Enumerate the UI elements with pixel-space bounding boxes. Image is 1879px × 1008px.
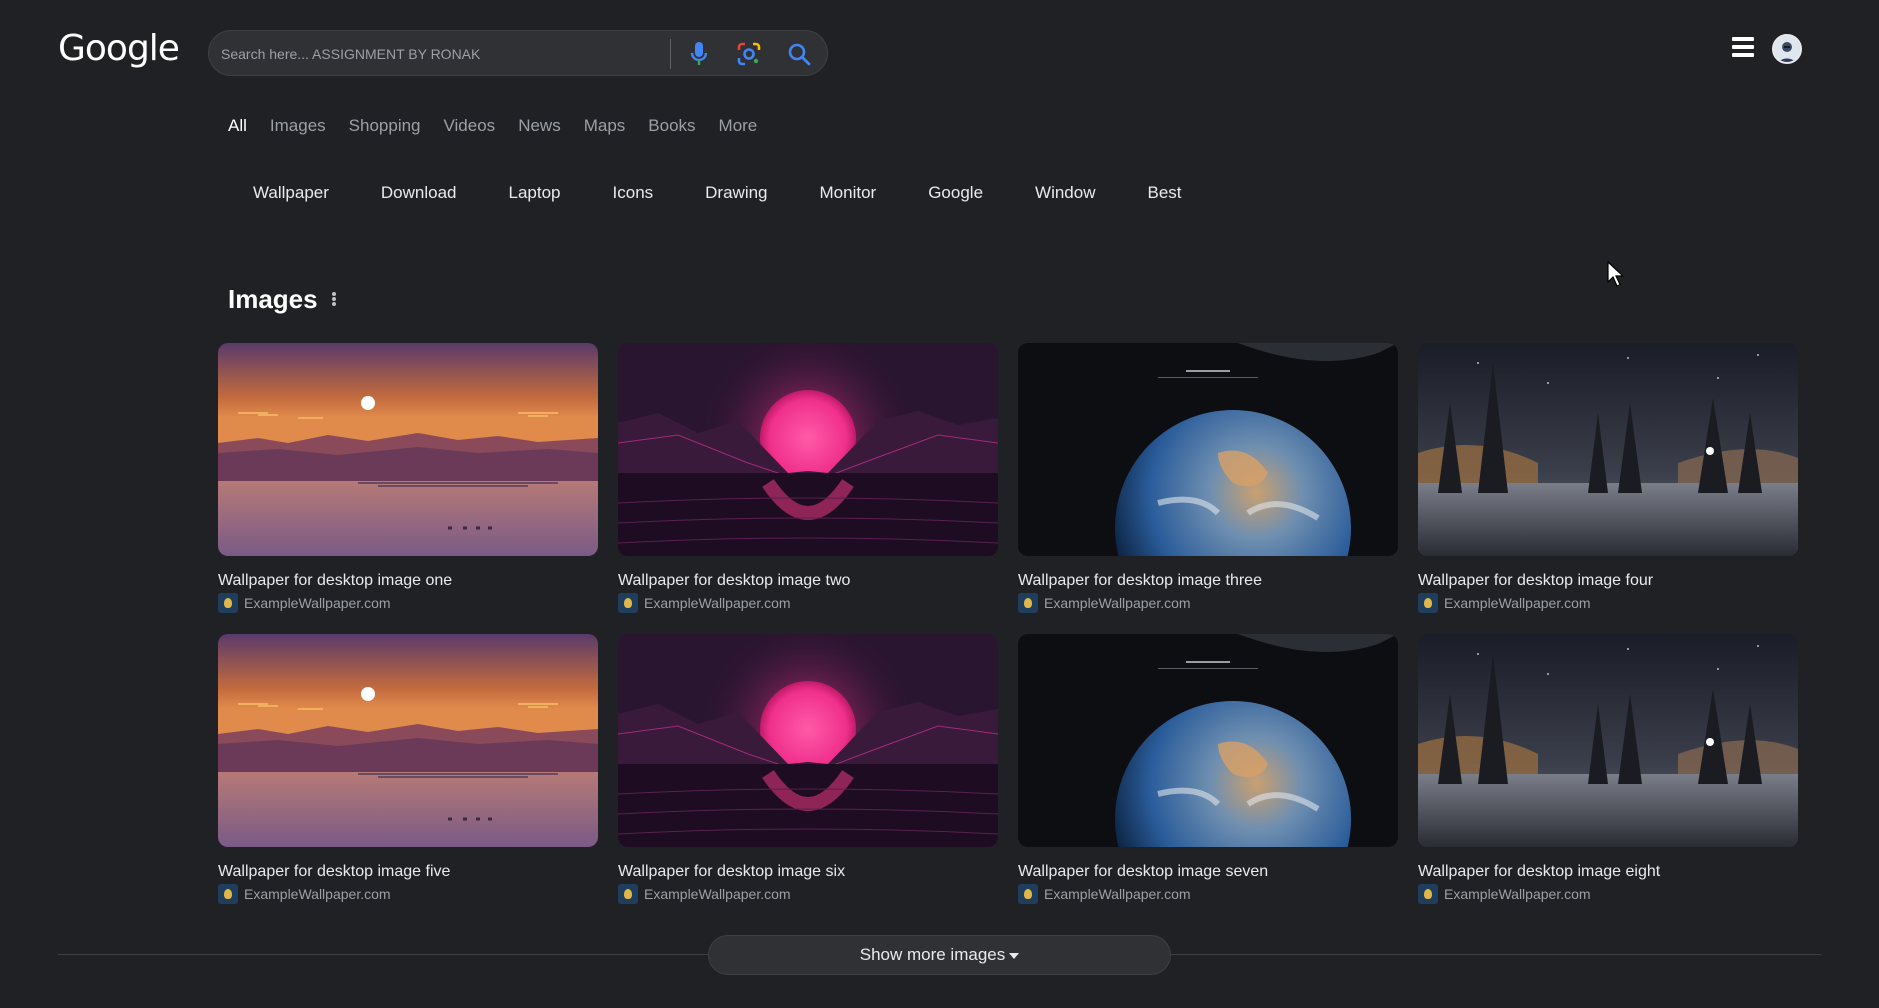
google-logo[interactable]: Google bbox=[58, 28, 180, 69]
image-result-card[interactable]: Wallpaper for desktop image six ExampleWa… bbox=[618, 634, 998, 904]
site-favicon-icon bbox=[1018, 884, 1038, 904]
chip-icons[interactable]: Icons bbox=[613, 183, 654, 203]
tab-news[interactable]: News bbox=[518, 116, 561, 136]
source-domain: ExampleWallpaper.com bbox=[644, 595, 791, 611]
image-thumbnail[interactable] bbox=[1018, 343, 1398, 556]
chip-wallpaper[interactable]: Wallpaper bbox=[253, 183, 329, 203]
image-result-card[interactable]: Wallpaper for desktop image eight Example… bbox=[1418, 634, 1798, 904]
image-result-source[interactable]: ExampleWallpaper.com bbox=[218, 884, 598, 904]
mouse-cursor-icon bbox=[1606, 260, 1628, 293]
image-result-title[interactable]: Wallpaper for desktop image three bbox=[1018, 572, 1398, 590]
image-result-title[interactable]: Wallpaper for desktop image seven bbox=[1018, 863, 1398, 881]
chip-laptop[interactable]: Laptop bbox=[509, 183, 561, 203]
image-result-source[interactable]: ExampleWallpaper.com bbox=[1418, 884, 1798, 904]
source-domain: ExampleWallpaper.com bbox=[244, 886, 391, 902]
more-options-icon[interactable] bbox=[329, 288, 339, 310]
site-favicon-icon bbox=[1418, 884, 1438, 904]
chip-monitor[interactable]: Monitor bbox=[820, 183, 877, 203]
site-favicon-icon bbox=[218, 593, 238, 613]
image-thumbnail[interactable] bbox=[1418, 343, 1798, 556]
menu-icon[interactable] bbox=[1732, 37, 1758, 63]
search-divider bbox=[670, 39, 671, 69]
image-result-title[interactable]: Wallpaper for desktop image five bbox=[218, 863, 598, 881]
search-input[interactable] bbox=[221, 42, 661, 66]
search-tabs: All Images Shopping Videos News Maps Boo… bbox=[228, 116, 780, 136]
chip-best[interactable]: Best bbox=[1148, 183, 1182, 203]
site-favicon-icon bbox=[618, 884, 638, 904]
related-chips: Wallpaper Download Laptop Icons Drawing … bbox=[253, 183, 1234, 203]
image-result-card[interactable]: Wallpaper for desktop image three Example… bbox=[1018, 343, 1398, 613]
image-thumbnail[interactable] bbox=[218, 343, 598, 556]
source-domain: ExampleWallpaper.com bbox=[244, 595, 391, 611]
image-thumbnail[interactable] bbox=[218, 634, 598, 847]
image-result-title[interactable]: Wallpaper for desktop image two bbox=[618, 572, 998, 590]
chip-google[interactable]: Google bbox=[928, 183, 983, 203]
image-thumbnail[interactable] bbox=[1418, 634, 1798, 847]
tab-all[interactable]: All bbox=[228, 116, 247, 136]
source-domain: ExampleWallpaper.com bbox=[1444, 595, 1591, 611]
avatar[interactable] bbox=[1772, 34, 1802, 64]
image-result-source[interactable]: ExampleWallpaper.com bbox=[618, 884, 998, 904]
tab-more[interactable]: More bbox=[719, 116, 758, 136]
image-result-title[interactable]: Wallpaper for desktop image eight bbox=[1418, 863, 1798, 881]
chip-download[interactable]: Download bbox=[381, 183, 457, 203]
image-thumbnail[interactable] bbox=[618, 343, 998, 556]
image-result-source[interactable]: ExampleWallpaper.com bbox=[1018, 884, 1398, 904]
search-bar bbox=[208, 30, 828, 76]
image-thumbnail[interactable] bbox=[1018, 634, 1398, 847]
image-result-source[interactable]: ExampleWallpaper.com bbox=[1418, 593, 1798, 613]
image-result-title[interactable]: Wallpaper for desktop image four bbox=[1418, 572, 1798, 590]
image-result-card[interactable]: Wallpaper for desktop image four ExampleW… bbox=[1418, 343, 1798, 613]
chip-drawing[interactable]: Drawing bbox=[705, 183, 767, 203]
source-domain: ExampleWallpaper.com bbox=[644, 886, 791, 902]
tab-books[interactable]: Books bbox=[648, 116, 695, 136]
show-more-images-button[interactable]: Show more images bbox=[708, 935, 1171, 975]
mic-icon[interactable] bbox=[685, 40, 713, 68]
tab-videos[interactable]: Videos bbox=[444, 116, 496, 136]
site-favicon-icon bbox=[218, 884, 238, 904]
site-favicon-icon bbox=[618, 593, 638, 613]
site-favicon-icon bbox=[1418, 593, 1438, 613]
site-favicon-icon bbox=[1018, 593, 1038, 613]
search-icon[interactable] bbox=[785, 40, 813, 68]
image-thumbnail[interactable] bbox=[618, 634, 998, 847]
source-domain: ExampleWallpaper.com bbox=[1444, 886, 1591, 902]
source-domain: ExampleWallpaper.com bbox=[1044, 595, 1191, 611]
chevron-down-icon bbox=[1009, 953, 1020, 959]
image-result-card[interactable]: Wallpaper for desktop image seven Example… bbox=[1018, 634, 1398, 904]
lens-icon[interactable] bbox=[735, 40, 763, 68]
tab-images[interactable]: Images bbox=[270, 116, 326, 136]
image-result-card[interactable]: Wallpaper for desktop image two ExampleWa… bbox=[618, 343, 998, 613]
image-result-source[interactable]: ExampleWallpaper.com bbox=[618, 593, 998, 613]
image-result-card[interactable]: Wallpaper for desktop image one ExampleWa… bbox=[218, 343, 598, 613]
image-result-title[interactable]: Wallpaper for desktop image one bbox=[218, 572, 598, 590]
image-result-title[interactable]: Wallpaper for desktop image six bbox=[618, 863, 998, 881]
show-more-label: Show more images bbox=[859, 945, 1006, 964]
images-section-title: Images bbox=[228, 284, 318, 314]
tab-maps[interactable]: Maps bbox=[584, 116, 626, 136]
image-result-source[interactable]: ExampleWallpaper.com bbox=[1018, 593, 1398, 613]
image-result-source[interactable]: ExampleWallpaper.com bbox=[218, 593, 598, 613]
tab-shopping[interactable]: Shopping bbox=[349, 116, 421, 136]
image-result-card[interactable]: Wallpaper for desktop image five ExampleW… bbox=[218, 634, 598, 904]
source-domain: ExampleWallpaper.com bbox=[1044, 886, 1191, 902]
chip-window[interactable]: Window bbox=[1035, 183, 1095, 203]
